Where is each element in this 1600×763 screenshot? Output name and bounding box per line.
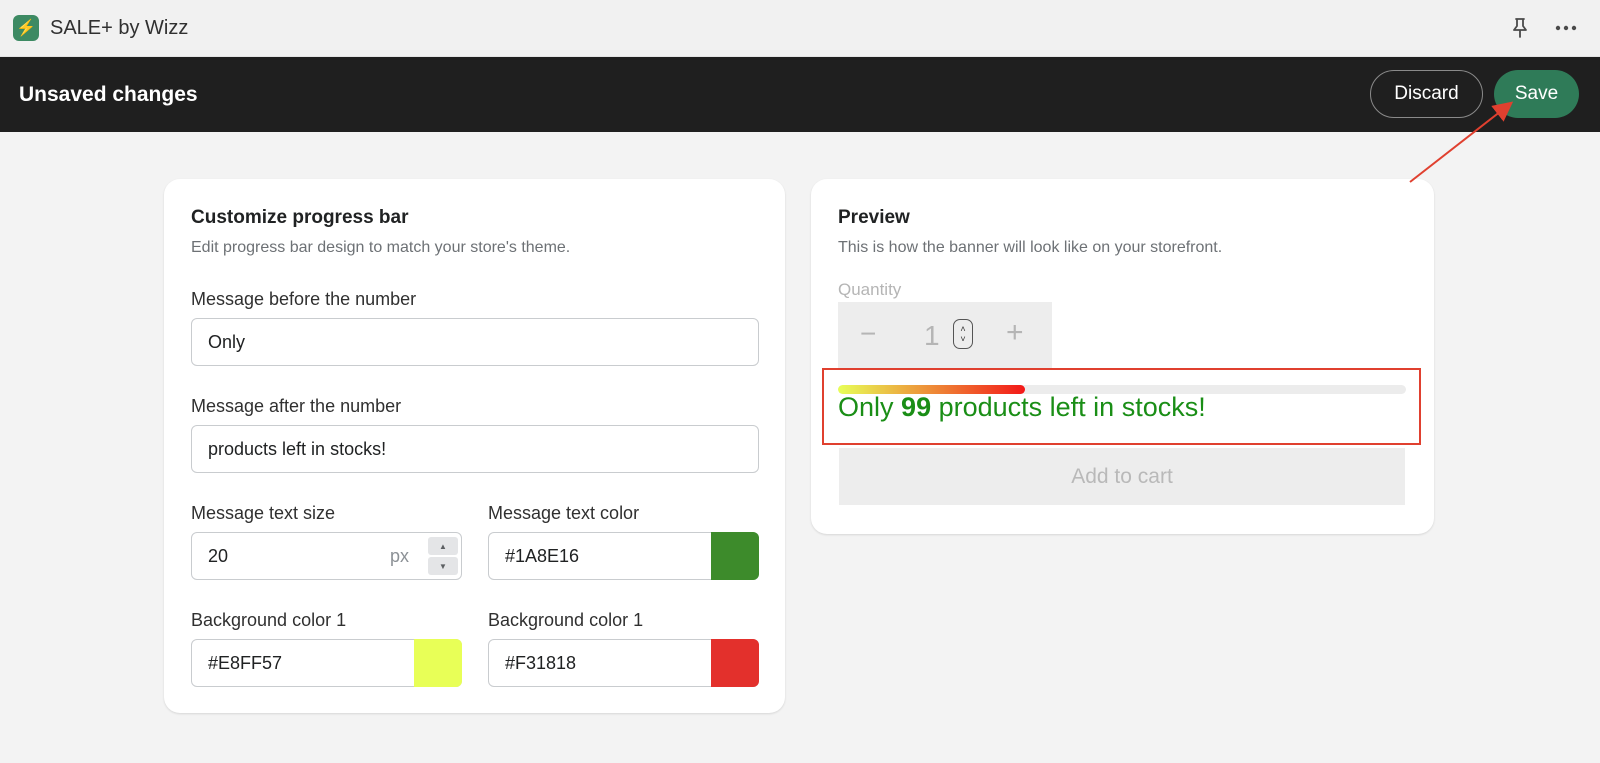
stock-message: Only 99 products left in stocks!: [838, 392, 1206, 423]
discard-button[interactable]: Discard: [1370, 70, 1483, 118]
stock-message-after: products left in stocks!: [938, 392, 1206, 422]
text-color-label: Message text color: [488, 503, 640, 523]
bg-color-1-label: Background color 1: [191, 610, 347, 630]
bg-color-1-swatch[interactable]: [414, 639, 462, 687]
customize-progress-bar-card: Customize progress bar Edit progress bar…: [164, 179, 785, 713]
bg-color-2-input[interactable]: #F31818: [488, 639, 759, 687]
text-color-swatch[interactable]: [711, 532, 759, 580]
preview-card: Preview This is how the banner will look…: [811, 179, 1434, 534]
contextual-save-bar: Unsaved changes Discard Save: [0, 57, 1600, 132]
bg-color-2-swatch[interactable]: [711, 639, 759, 687]
app-title: SALE+ by Wizz: [50, 16, 189, 39]
message-before-input[interactable]: Only: [191, 318, 759, 366]
add-to-cart-button[interactable]: Add to cart: [839, 448, 1405, 505]
unsaved-changes-title: Unsaved changes: [19, 82, 198, 106]
bg-color-2-value: #F31818: [505, 652, 577, 673]
text-color-value: #1A8E16: [505, 545, 580, 566]
text-size-label: Message text size: [191, 503, 336, 523]
pin-icon[interactable]: [1508, 16, 1532, 40]
bg-color-1-input[interactable]: #E8FF57: [191, 639, 462, 687]
message-after-value: products left in stocks!: [208, 438, 387, 459]
message-before-label: Message before the number: [191, 289, 417, 309]
spin-arrows-icon[interactable]: ˄ ˅: [953, 319, 973, 349]
stock-message-number: 99: [901, 392, 932, 422]
app-titlebar: ⚡ SALE+ by Wizz: [0, 0, 1600, 57]
stepper-down-icon[interactable]: ▼: [428, 557, 458, 575]
message-after-input[interactable]: products left in stocks!: [191, 425, 759, 473]
message-after-label: Message after the number: [191, 396, 402, 416]
quantity-label: Quantity: [838, 280, 902, 299]
preview-title: Preview: [838, 207, 910, 228]
text-size-value: 20: [208, 545, 229, 566]
save-button[interactable]: Save: [1494, 70, 1579, 118]
stock-message-before: Only: [838, 392, 894, 422]
card-title: Customize progress bar: [191, 207, 409, 228]
text-size-stepper[interactable]: ▲ ▼: [428, 537, 458, 575]
stepper-up-icon[interactable]: ▲: [428, 537, 458, 555]
text-size-input[interactable]: 20 px ▲ ▼: [191, 532, 462, 580]
card-subtitle: Edit progress bar design to match your s…: [191, 239, 571, 256]
quantity-value: 1: [924, 320, 940, 351]
quantity-stepper: − 1 ˄ ˅ +: [838, 302, 1052, 370]
px-unit-label: px: [389, 546, 409, 566]
message-before-value: Only: [208, 331, 246, 352]
plus-icon[interactable]: +: [1006, 316, 1024, 350]
app-logo-icon: ⚡: [13, 15, 39, 41]
bg-color-2-label: Background color 1: [488, 610, 644, 630]
more-options-icon[interactable]: [1554, 16, 1578, 40]
minus-icon[interactable]: −: [860, 318, 876, 350]
text-color-input[interactable]: #1A8E16: [488, 532, 759, 580]
preview-subtitle: This is how the banner will look like on…: [838, 239, 1223, 256]
bg-color-1-value: #E8FF57: [208, 652, 283, 673]
